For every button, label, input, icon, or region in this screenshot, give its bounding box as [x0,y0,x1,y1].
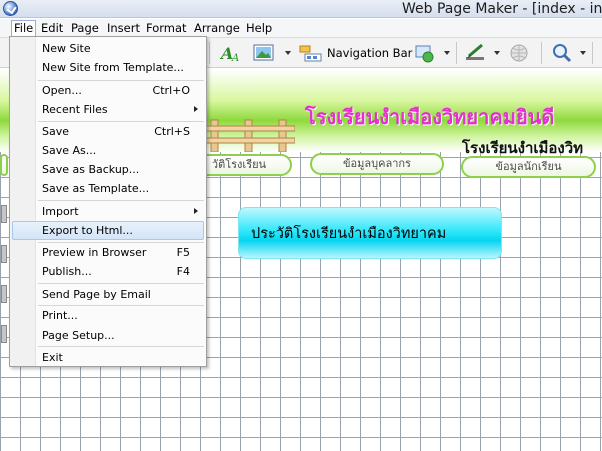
menu-item-new-site-from-template[interactable]: New Site from Template... [12,58,204,77]
menu-edit[interactable]: Edit [39,20,65,37]
menu-item-label: Save as Template... [42,182,150,195]
menu-item-open[interactable]: Open... Ctrl+O [12,81,204,100]
menu-item-page-setup[interactable]: Page Setup... [12,326,204,345]
menu-item-label: New Site from Template... [42,61,184,74]
submenu-arrow-icon [194,106,198,112]
menu-separator [38,346,204,347]
left-object-strip [0,205,8,365]
menu-item-save[interactable]: Save Ctrl+S [12,122,204,141]
submenu-arrow-icon [194,208,198,214]
page-object-icon[interactable] [1,325,7,343]
menu-item-label: Publish... [42,265,92,278]
menu-item-recent-files[interactable]: Recent Files [12,100,204,119]
menu-item-save-as-backup[interactable]: Save as Backup... [12,160,204,179]
page-object-icon[interactable] [1,245,7,263]
history-heading: ประวัติโรงเรียนงำเมืองวิทยาคม [251,226,447,242]
toolbar-separator [456,42,457,64]
menu-file[interactable]: File [11,20,37,37]
nav-button-students[interactable]: ข้อมูลนักเรียน [461,156,596,178]
nav-button-home[interactable] [0,154,8,176]
menu-item-shortcut: F4 [176,265,190,278]
menu-item-export-to-html[interactable]: Export to Html... [12,221,204,240]
menu-item-label: New Site [42,42,91,55]
menu-item-save-as-template[interactable]: Save as Template... [12,179,204,198]
menu-item-publish[interactable]: Publish... F4 [12,262,204,281]
menu-item-preview-in-browser[interactable]: Preview in Browser F5 [12,243,204,262]
pen-dropdown-arrow-icon[interactable] [494,51,500,55]
menu-item-label: Preview in Browser [42,246,147,259]
menu-insert[interactable]: Insert [105,20,142,37]
menu-arrange[interactable]: Arrange [192,20,242,37]
menu-item-label: Send Page by Email [42,288,151,301]
menu-item-label: Save As... [42,144,97,157]
svg-text:A: A [231,53,239,63]
menu-item-shortcut: Ctrl+S [154,125,190,138]
file-menu-dropdown: New Site New Site from Template... Open.… [9,36,207,367]
page-object-icon[interactable] [1,285,7,303]
text-icon[interactable]: A A [220,43,242,63]
navigation-bar-button[interactable]: Navigation Bar [327,46,412,60]
menu-item-label: Print... [42,309,78,322]
image-icon[interactable] [253,43,275,63]
menu-item-label: Save as Backup... [42,163,140,176]
menu-separator [38,283,204,284]
menu-item-print[interactable]: Print... [12,306,204,325]
zoom-icon[interactable] [551,43,573,63]
menu-item-label: Import [42,205,79,218]
menu-item-import[interactable]: Import [12,202,204,221]
page-object-icon[interactable] [1,205,7,223]
toolbar-separator [209,42,210,64]
menu-help[interactable]: Help [244,20,274,37]
menu-item-send-page-by-email[interactable]: Send Page by Email [12,285,204,304]
shape-icon[interactable] [414,43,436,63]
toolbar-separator [541,42,542,64]
menu-item-label: Exit [42,351,63,364]
menu-item-label: Recent Files [42,103,108,116]
menu-item-new-site[interactable]: New Site [12,39,204,58]
menu-separator [38,200,204,201]
fence-graphic [205,119,295,152]
navigation-bar-icon[interactable] [299,43,323,63]
image-dropdown-arrow-icon[interactable] [285,51,291,55]
title-bar: Web Page Maker - [index - ind [0,0,602,18]
menu-item-label: Save [42,125,70,138]
menu-item-label: Page Setup... [42,329,115,342]
history-heading-box[interactable]: ประวัติโรงเรียนงำเมืองวิทยาคม [238,207,502,259]
menu-item-shortcut: F5 [176,246,190,259]
pen-icon[interactable] [464,43,486,63]
zoom-dropdown-arrow-icon[interactable] [580,51,586,55]
app-logo-icon [3,1,18,16]
menu-item-shortcut: Ctrl+O [152,84,190,97]
menu-item-label: Open... [42,84,82,97]
shape-dropdown-arrow-icon[interactable] [444,51,450,55]
banner-title: โรงเรียนงำเมืองวิทยาคมยินดี [305,105,555,129]
menu-item-exit[interactable]: Exit [12,348,204,367]
toolbar-separator [592,42,593,64]
preview-globe-icon[interactable] [509,43,531,63]
menu-format[interactable]: Format [144,20,189,37]
menu-page[interactable]: Page [69,20,101,37]
menu-item-label: Export to Html... [42,224,133,237]
menu-item-save-as[interactable]: Save As... [12,141,204,160]
nav-button-personnel[interactable]: ข้อมูลบุคลากร [310,153,444,175]
window-title: Web Page Maker - [index - ind [402,1,602,17]
